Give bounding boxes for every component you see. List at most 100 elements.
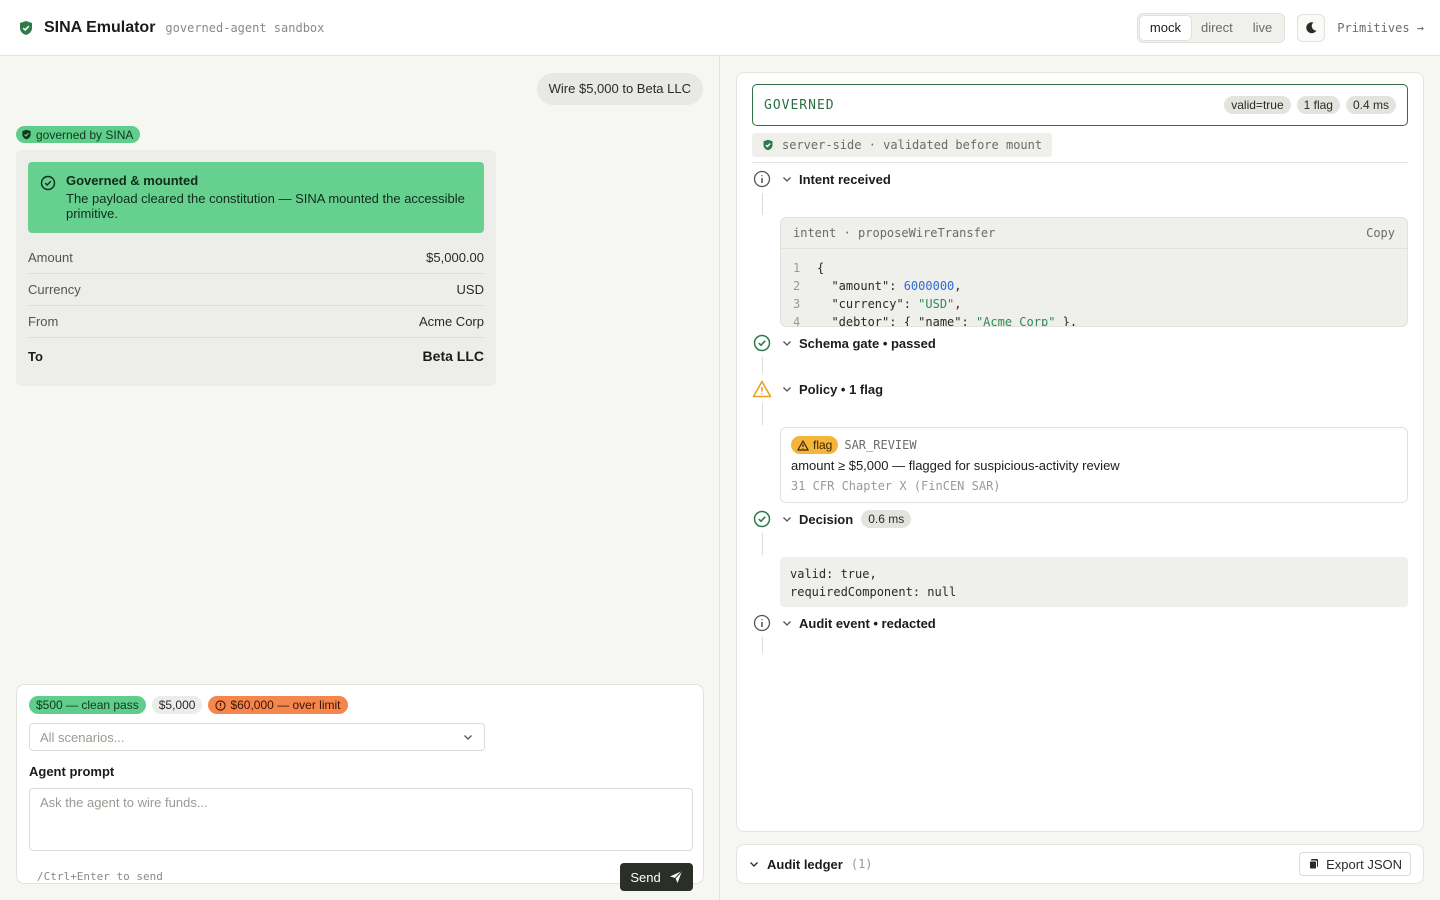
step-title: Schema gate • passed (799, 335, 936, 351)
step-decision[interactable]: Decision 0.6 ms (752, 509, 912, 529)
scenario-select-value: All scenarios... (40, 729, 125, 745)
mode-live[interactable]: live (1243, 16, 1283, 40)
code-header: intent · proposeWireTransfer Copy (781, 218, 1407, 249)
step-title: Decision (799, 511, 854, 527)
chevron-down-icon (783, 517, 791, 522)
status-label: GOVERNED (764, 97, 835, 113)
scenario-chips: $500 — clean pass $5,000 $60,000 — over … (29, 696, 348, 714)
field-label: From (28, 314, 59, 329)
mode-switcher: mock direct live (1136, 12, 1286, 43)
field-label: Currency (28, 282, 81, 297)
timeline-line (762, 357, 763, 373)
send-button[interactable]: Send (620, 863, 693, 891)
check-circle-icon (752, 333, 772, 353)
info-icon (752, 613, 772, 633)
step-schema[interactable]: Schema gate • passed (752, 333, 936, 353)
chat-column: Wire $5,000 to Beta LLC governed by SINA… (0, 56, 720, 900)
shield-check-icon (763, 139, 773, 151)
flag-chip-label: flag (813, 438, 833, 452)
scenario-chip-5000[interactable]: $5,000 (151, 696, 203, 714)
decision-time-pill: 0.6 ms (861, 510, 912, 528)
copy-button[interactable]: Copy (1366, 226, 1395, 240)
governed-status-box: GOVERNED valid=true 1 flag 0.4 ms (752, 84, 1408, 126)
export-json-button[interactable]: Export JSON (1299, 852, 1411, 876)
code-line: 1{ (793, 261, 825, 275)
timeline-line (762, 193, 763, 215)
prompt-label: Agent prompt (29, 764, 115, 779)
policy-flag-card: flag SAR_REVIEW amount ≥ $5,000 — flagge… (780, 427, 1408, 503)
scenario-chip-over-limit[interactable]: $60,000 — over limit (208, 696, 348, 714)
governed-banner: Governed & mounted The payload cleared t… (28, 162, 484, 233)
code-body: 1{ 2 "amount": 6000000, 3 "currency": "USD… (781, 249, 1407, 327)
step-title: Audit event • redacted (799, 615, 936, 631)
warning-triangle-icon (752, 379, 772, 399)
check-circle-icon (752, 509, 772, 529)
flag-code: SAR_REVIEW (844, 438, 917, 452)
scenario-chip-label: $60,000 — over limit (230, 698, 341, 712)
intent-code-card: intent · proposeWireTransfer Copy 1{ 2 "a… (780, 217, 1408, 327)
code-line: 2 "amount": 6000000, (793, 279, 962, 293)
send-hint: /Ctrl+Enter to send (37, 870, 163, 883)
field-value: USD (456, 282, 484, 297)
flag-reference: 31 CFR Chapter X (FinCEN SAR) (791, 479, 1001, 493)
theme-toggle-button[interactable] (1297, 13, 1326, 42)
banner-title: Governed & mounted (66, 173, 199, 188)
ledger-count: (1) (850, 857, 873, 871)
field-row-amount: Amount $5,000.00 (28, 242, 484, 274)
flag-count-pill: 1 flag (1296, 96, 1340, 114)
transfer-card: Governed & mounted The payload cleared t… (16, 150, 496, 386)
timeline-line (762, 533, 763, 555)
flag-row: flag SAR_REVIEW (791, 436, 1397, 454)
code-title: intent · proposeWireTransfer (793, 226, 996, 240)
field-value: Acme Corp (418, 314, 484, 329)
field-label: To (28, 348, 43, 364)
app-title: SINA Emulator (44, 18, 156, 36)
chevron-down-icon (464, 735, 472, 740)
step-policy[interactable]: Policy • 1 flag (752, 379, 883, 399)
field-row-from: From Acme Corp (28, 306, 484, 338)
field-value: Beta LLC (422, 348, 484, 364)
shield-logo-icon (18, 20, 34, 36)
field-row-currency: Currency USD (28, 274, 484, 306)
info-icon (752, 169, 772, 189)
shield-check-icon (22, 129, 31, 140)
scenario-select[interactable]: All scenarios... (29, 723, 485, 751)
step-title: Policy • 1 flag (799, 381, 884, 397)
decision-output: valid: true, requiredComponent: null (780, 557, 1408, 607)
mode-direct[interactable]: direct (1191, 16, 1243, 40)
step-intent[interactable]: Intent received (752, 169, 891, 189)
prompt-textarea[interactable]: Ask the agent to wire funds... (29, 788, 693, 851)
app-header: SINA Emulator governed-agent sandbox moc… (0, 0, 1440, 56)
clipboard-icon (1309, 859, 1319, 870)
chevron-down-icon (783, 387, 791, 392)
step-title: Intent received (799, 171, 891, 187)
timeline-line (762, 403, 763, 425)
step-audit[interactable]: Audit event • redacted (752, 613, 936, 633)
divider (752, 162, 1408, 163)
user-message-bubble: Wire $5,000 to Beta LLC (536, 73, 703, 105)
timeline-line (762, 637, 763, 653)
scenario-chip-clean[interactable]: $500 — clean pass (29, 696, 146, 714)
send-button-label: Send (630, 869, 661, 885)
paper-plane-icon (669, 870, 683, 883)
governed-badge-label: governed by SINA (36, 127, 134, 142)
app-subtitle: governed-agent sandbox (165, 20, 325, 35)
chevron-down-icon (783, 177, 791, 182)
moon-icon (1306, 21, 1317, 33)
mode-mock[interactable]: mock (1139, 15, 1191, 40)
code-line: 3 "currency": "USD", (793, 297, 962, 311)
field-value: $5,000.00 (426, 250, 484, 265)
code-line: 4 "debtor": { "name": "Acme Corp" }, (793, 315, 1078, 327)
primitives-link[interactable]: Primitives → (1337, 21, 1424, 35)
composer: $500 — clean pass $5,000 $60,000 — over … (16, 684, 704, 891)
chevron-down-icon (783, 341, 791, 346)
latency-pill: 0.4 ms (1345, 96, 1396, 114)
field-label: Amount (28, 250, 73, 265)
server-side-text: server-side · validated before mount (782, 138, 1043, 152)
chevron-down-icon (750, 862, 758, 867)
export-json-label: Export JSON (1326, 856, 1402, 872)
warning-triangle-icon (797, 439, 809, 451)
field-row-to: To Beta LLC (28, 340, 484, 372)
valid-pill: valid=true (1224, 96, 1291, 114)
audit-ledger-bar[interactable]: Audit ledger (1) Export JSON (736, 844, 1424, 884)
